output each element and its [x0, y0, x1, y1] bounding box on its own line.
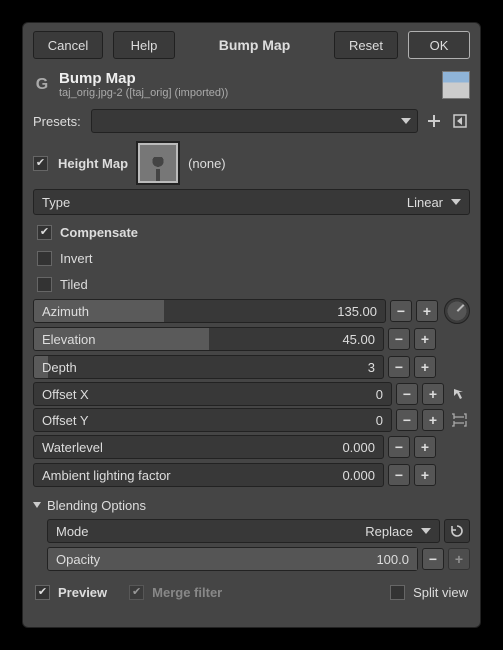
- chevron-down-icon: [401, 118, 411, 124]
- offsetx-minus-button[interactable]: −: [396, 383, 418, 405]
- opacity-plus-button[interactable]: +: [448, 548, 470, 570]
- heightmap-checkbox[interactable]: [33, 156, 48, 171]
- reset-button[interactable]: Reset: [334, 31, 398, 59]
- ambient-slider[interactable]: Ambient lighting factor 0.000: [33, 463, 384, 487]
- azimuth-plus-button[interactable]: +: [416, 300, 438, 322]
- offsety-value: 0: [376, 413, 391, 428]
- azimuth-dial[interactable]: [444, 298, 470, 324]
- compensate-checkbox[interactable]: [37, 225, 52, 240]
- waterlevel-plus-button[interactable]: +: [414, 436, 436, 458]
- opacity-label: Opacity: [48, 552, 100, 567]
- waterlevel-slider[interactable]: Waterlevel 0.000: [33, 435, 384, 459]
- mode-reset-button[interactable]: [444, 519, 470, 543]
- opacity-slider[interactable]: Opacity 100.0: [47, 547, 418, 571]
- heightmap-label: Height Map: [58, 156, 128, 171]
- dialog-title: Bump Map: [185, 37, 324, 53]
- depth-plus-button[interactable]: +: [414, 356, 436, 378]
- gimp-icon: G: [33, 76, 51, 94]
- invert-checkbox[interactable]: [37, 251, 52, 266]
- split-view-checkbox[interactable]: [390, 585, 405, 600]
- heightmap-value: (none): [188, 156, 226, 171]
- elevation-slider[interactable]: Elevation 45.00: [33, 327, 384, 351]
- help-button[interactable]: Help: [113, 31, 175, 59]
- ambient-label: Ambient lighting factor: [34, 468, 171, 483]
- offsety-label: Offset Y: [34, 413, 89, 428]
- mode-value: Replace: [365, 524, 413, 539]
- depth-value: 3: [368, 360, 383, 375]
- offsety-slider[interactable]: Offset Y 0: [33, 408, 392, 432]
- ambient-minus-button[interactable]: −: [388, 464, 410, 486]
- opacity-value: 100.0: [376, 552, 417, 567]
- chevron-down-icon: [33, 502, 41, 508]
- offsetx-label: Offset X: [34, 387, 89, 402]
- waterlevel-value: 0.000: [342, 440, 383, 455]
- preset-manage-button[interactable]: [450, 111, 470, 131]
- invert-label[interactable]: Invert: [60, 251, 93, 266]
- type-label: Type: [42, 195, 70, 210]
- presets-combo[interactable]: [91, 109, 418, 133]
- mode-label: Mode: [56, 524, 89, 539]
- opacity-minus-button[interactable]: −: [422, 548, 444, 570]
- type-value: Linear: [407, 195, 443, 210]
- merge-filter-label: Merge filter: [152, 585, 222, 600]
- ambient-value: 0.000: [342, 468, 383, 483]
- tiled-label[interactable]: Tiled: [60, 277, 88, 292]
- type-combo[interactable]: Type Linear: [33, 189, 470, 215]
- mode-combo[interactable]: Mode Replace: [47, 519, 440, 543]
- ok-button[interactable]: OK: [408, 31, 470, 59]
- split-view-label[interactable]: Split view: [413, 585, 468, 600]
- chevron-down-icon: [451, 199, 461, 205]
- offsety-plus-button[interactable]: +: [422, 409, 444, 431]
- preview-label[interactable]: Preview: [58, 585, 107, 600]
- heightmap-thumb-icon: [148, 157, 168, 181]
- offset-link-button[interactable]: [450, 407, 468, 433]
- offsetx-plus-button[interactable]: +: [422, 383, 444, 405]
- chevron-down-icon: [421, 528, 431, 534]
- depth-minus-button[interactable]: −: [388, 356, 410, 378]
- elevation-minus-button[interactable]: −: [388, 328, 410, 350]
- blending-options-label: Blending Options: [47, 498, 146, 513]
- merge-filter-checkbox: [129, 585, 144, 600]
- waterlevel-minus-button[interactable]: −: [388, 436, 410, 458]
- offsety-minus-button[interactable]: −: [396, 409, 418, 431]
- depth-label: Depth: [34, 360, 77, 375]
- azimuth-value: 135.00: [337, 304, 385, 319]
- azimuth-label: Azimuth: [34, 304, 89, 319]
- image-thumbnail: [442, 71, 470, 99]
- heightmap-picker[interactable]: [138, 143, 178, 183]
- cancel-button[interactable]: Cancel: [33, 31, 103, 59]
- elevation-value: 45.00: [342, 332, 383, 347]
- filter-name: Bump Map: [59, 70, 434, 87]
- preview-checkbox[interactable]: [35, 585, 50, 600]
- dialog-window: Cancel Help Bump Map Reset OK G Bump Map…: [22, 22, 481, 628]
- presets-label: Presets:: [33, 114, 85, 129]
- preset-add-button[interactable]: [424, 111, 444, 131]
- depth-slider[interactable]: Depth 3: [33, 355, 384, 379]
- ambient-plus-button[interactable]: +: [414, 464, 436, 486]
- offset-pick-button[interactable]: [452, 381, 466, 407]
- waterlevel-label: Waterlevel: [34, 440, 103, 455]
- tiled-checkbox[interactable]: [37, 277, 52, 292]
- azimuth-slider[interactable]: Azimuth 135.00: [33, 299, 386, 323]
- header: G Bump Map taj_orig.jpg-2 ([taj_orig] (i…: [23, 67, 480, 103]
- compensate-label[interactable]: Compensate: [60, 225, 138, 240]
- offsetx-value: 0: [376, 387, 391, 402]
- titlebar: Cancel Help Bump Map Reset OK: [23, 23, 480, 67]
- azimuth-minus-button[interactable]: −: [390, 300, 412, 322]
- image-name: taj_orig.jpg-2 ([taj_orig] (imported)): [59, 87, 434, 99]
- blending-options-header[interactable]: Blending Options: [33, 489, 470, 517]
- elevation-label: Elevation: [34, 332, 95, 347]
- offsetx-slider[interactable]: Offset X 0: [33, 382, 392, 406]
- elevation-plus-button[interactable]: +: [414, 328, 436, 350]
